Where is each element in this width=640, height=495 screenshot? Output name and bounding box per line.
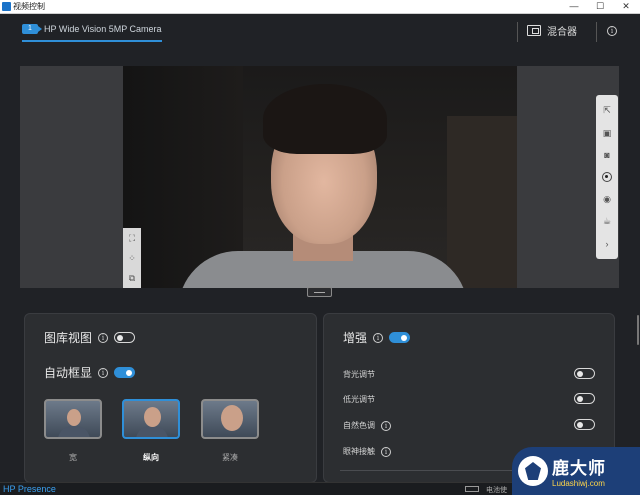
focus-icon[interactable]: ⁘: [126, 252, 138, 264]
enhance-row: 增强 i: [343, 329, 411, 346]
low-light-toggle[interactable]: [574, 393, 595, 404]
enhance-item-row: 眼神接触 i: [343, 446, 391, 457]
snapshot-folder-icon[interactable]: ▣: [601, 127, 613, 139]
frame-mode-label: 纵向: [143, 453, 159, 462]
window-title: 视频控制: [13, 2, 45, 11]
info-icon[interactable]: i: [607, 26, 617, 36]
auto-frame-label: 自动框显: [44, 366, 93, 380]
gallery-view-label: 图库视图: [44, 331, 93, 345]
scrollbar[interactable]: [637, 315, 639, 345]
watermark-text: 鹿大师: [552, 459, 606, 478]
brand-label: HP Presence: [3, 484, 56, 494]
watermark-url: Ludashiwj.com: [552, 479, 605, 488]
info-icon[interactable]: i: [373, 332, 384, 343]
preview-right-toolbar: ⇱ ▣ ◙ ◉ ☕ ›: [596, 95, 618, 259]
low-light-label: 低光调节: [343, 395, 375, 404]
info-icon[interactable]: i: [381, 420, 391, 431]
eye-contact-label: 眼神接触: [343, 447, 375, 456]
enhance-item-row: 低光调节: [343, 394, 375, 405]
camera-icon: 1: [22, 23, 42, 34]
popout-icon[interactable]: ⇱: [601, 104, 613, 116]
info-icon[interactable]: i: [98, 367, 109, 378]
enhance-title: 增强: [343, 331, 368, 345]
battery-label: 电池使: [486, 487, 507, 494]
enhance-item-row: 背光调节: [343, 369, 375, 380]
header-divider: [596, 22, 597, 42]
auto-frame-toggle[interactable]: [114, 367, 136, 378]
deer-logo-icon: [518, 456, 548, 486]
auto-frame-row: 自动框显 i: [44, 364, 136, 381]
preview-left-toolbar: ⛶ ⁘ ⧉: [123, 228, 141, 288]
app-header: 1 HP Wide Vision 5MP Camera 混合器 i: [0, 14, 640, 47]
broadcast-icon[interactable]: ◉: [601, 193, 613, 205]
collapse-handle[interactable]: [307, 287, 332, 297]
camera-tab[interactable]: 1 HP Wide Vision 5MP Camera: [22, 20, 162, 42]
natural-tone-label: 自然色调: [343, 421, 375, 430]
maximize-button[interactable]: ☐: [588, 0, 612, 14]
gallery-view-toggle[interactable]: [114, 332, 136, 343]
battery-icon: [465, 486, 479, 492]
copy-icon[interactable]: ⧉: [126, 272, 138, 284]
enhance-item-row: 自然色调 i: [343, 420, 391, 431]
frame-mode-compact[interactable]: [201, 399, 259, 439]
mixer-label: 混合器: [547, 27, 577, 38]
watermark: 鹿大师 Ludashiwj.com: [512, 447, 640, 495]
mixer-icon: [527, 25, 541, 36]
window-titlebar: 视频控制 — ☐ ✕: [0, 0, 640, 14]
mixer-button[interactable]: 混合器: [527, 23, 577, 38]
frame-mode-wide[interactable]: [44, 399, 102, 439]
frame-mode-label: 宽: [69, 453, 77, 462]
info-icon[interactable]: i: [98, 332, 109, 343]
backlight-label: 背光调节: [343, 370, 375, 379]
app-icon: [2, 2, 11, 11]
gallery-view-row: 图库视图 i: [44, 329, 136, 346]
camera-icon[interactable]: ◙: [601, 149, 613, 161]
natural-tone-toggle[interactable]: [574, 419, 595, 430]
chevron-right-icon[interactable]: ›: [601, 238, 613, 250]
camera-name: HP Wide Vision 5MP Camera: [44, 23, 162, 34]
info-icon[interactable]: i: [381, 446, 391, 457]
minimize-button[interactable]: —: [562, 0, 586, 14]
close-button[interactable]: ✕: [614, 0, 638, 14]
enhance-toggle[interactable]: [389, 332, 411, 343]
mug-icon[interactable]: ☕: [601, 215, 613, 227]
frame-mode-label: 紧凑: [222, 453, 238, 462]
frame-mode-portrait[interactable]: [122, 399, 180, 439]
camera-badge-number: 1: [28, 24, 32, 32]
header-divider: [517, 22, 518, 42]
crop-icon[interactable]: ⛶: [126, 232, 138, 244]
backlight-toggle[interactable]: [574, 368, 595, 379]
record-icon[interactable]: [602, 171, 612, 182]
camera-preview: [123, 66, 517, 288]
